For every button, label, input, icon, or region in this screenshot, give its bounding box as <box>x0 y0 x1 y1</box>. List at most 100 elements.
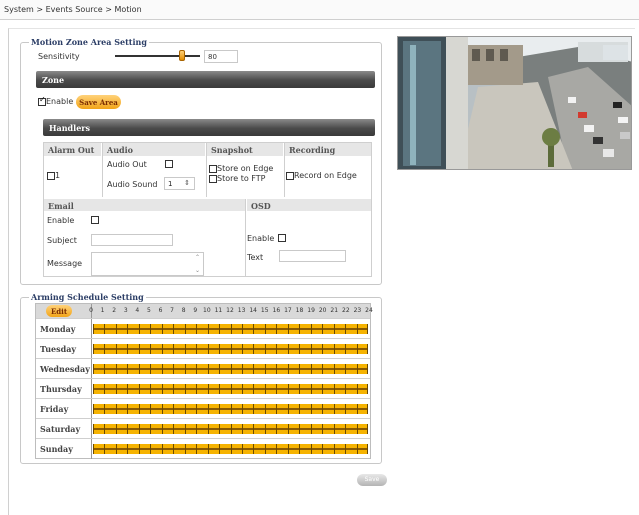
zone-enable-checkbox[interactable] <box>38 95 46 106</box>
hour-tick <box>367 404 368 414</box>
store-on-edge-checkbox[interactable] <box>209 165 217 173</box>
hour-tick <box>231 424 232 434</box>
hour-tick <box>185 384 186 394</box>
hour-tick <box>219 344 220 354</box>
breadcrumb: System > Events Source > Motion <box>0 0 639 20</box>
hour-tick <box>208 444 209 454</box>
audio-sound-select[interactable]: 1 ⇕ <box>164 177 195 190</box>
store-to-ftp-label: Store to FTP <box>217 174 266 183</box>
email-enable-label: Enable <box>47 216 75 225</box>
hour-tick <box>208 404 209 414</box>
hour-tick <box>367 424 368 434</box>
hour-tick <box>104 404 105 414</box>
hour-tick <box>322 444 323 454</box>
hour-tick <box>196 324 197 334</box>
edit-schedule-button[interactable]: Edit <box>46 305 72 317</box>
day-label-wednesday: Wednesday <box>40 364 90 374</box>
schedule-track-sunday[interactable] <box>93 444 368 454</box>
hour-tick <box>311 344 312 354</box>
schedule-track-tuesday[interactable] <box>93 344 368 354</box>
hour-tick <box>93 324 94 334</box>
day-label-thursday: Thursday <box>40 384 82 394</box>
hour-tick <box>185 364 186 374</box>
hour-tick <box>265 324 266 334</box>
hour-tick <box>162 344 163 354</box>
hour-tick <box>173 404 174 414</box>
hour-label: 14 <box>249 307 257 314</box>
hour-tick <box>231 444 232 454</box>
hour-tick <box>219 444 220 454</box>
hour-tick <box>231 384 232 394</box>
hour-tick <box>322 324 323 334</box>
hour-tick <box>242 424 243 434</box>
email-header: Email <box>44 199 245 211</box>
hour-tick <box>208 344 209 354</box>
hour-tick <box>265 364 266 374</box>
schedule-track-saturday[interactable] <box>93 424 368 434</box>
hour-label: 18 <box>295 307 304 314</box>
hour-tick <box>162 324 163 334</box>
osd-text-input[interactable] <box>279 250 346 262</box>
hour-tick <box>276 424 277 434</box>
alarm-out-checkbox[interactable] <box>47 172 55 180</box>
hour-tick <box>231 324 232 334</box>
hour-tick <box>127 444 128 454</box>
hour-tick <box>116 404 117 414</box>
hour-tick <box>276 404 277 414</box>
hour-tick <box>311 324 312 334</box>
audio-sound-label: Audio Sound <box>107 180 158 189</box>
schedule-track-wednesday[interactable] <box>93 364 368 374</box>
scroll-down-icon[interactable]: ⌄ <box>195 267 200 274</box>
hour-label: 7 <box>170 307 174 314</box>
message-textarea[interactable]: ⌃ ⌄ <box>91 252 204 276</box>
hour-tick <box>345 404 346 414</box>
hour-tick <box>219 324 220 334</box>
hour-tick <box>242 344 243 354</box>
hour-tick <box>322 424 323 434</box>
arming-schedule-legend: Arming Schedule Setting <box>29 292 146 302</box>
subject-input[interactable] <box>91 234 173 246</box>
hour-tick <box>173 324 174 334</box>
osd-enable-label: Enable <box>247 234 275 243</box>
hour-tick <box>196 364 197 374</box>
hour-tick <box>208 324 209 334</box>
save-button[interactable]: Save <box>357 474 387 486</box>
schedule-track-friday[interactable] <box>93 404 368 414</box>
handlers-header: Handlers <box>43 119 375 136</box>
hour-label: 20 <box>318 307 327 314</box>
sensitivity-slider[interactable] <box>115 50 200 61</box>
hour-tick <box>367 364 368 374</box>
sensitivity-handle[interactable] <box>179 50 185 61</box>
col-divider <box>206 143 207 197</box>
store-to-ftp-checkbox[interactable] <box>209 175 217 183</box>
hour-tick <box>116 424 117 434</box>
hour-tick <box>150 444 151 454</box>
osd-enable-checkbox[interactable] <box>278 234 286 242</box>
hour-tick <box>116 324 117 334</box>
hour-tick <box>253 404 254 414</box>
hour-tick <box>196 404 197 414</box>
hour-tick <box>311 424 312 434</box>
record-on-edge-checkbox[interactable] <box>286 172 294 180</box>
hour-tick <box>367 444 368 454</box>
hour-tick <box>162 444 163 454</box>
schedule-track-monday[interactable] <box>93 324 368 334</box>
sensitivity-input[interactable]: 80 <box>204 50 238 63</box>
email-enable-checkbox[interactable] <box>91 216 99 224</box>
row-divider <box>36 378 370 379</box>
hour-tick <box>196 384 197 394</box>
hour-tick <box>231 404 232 414</box>
hour-tick <box>196 344 197 354</box>
hour-tick <box>162 364 163 374</box>
row-divider <box>36 338 370 339</box>
audio-out-checkbox[interactable] <box>165 160 173 168</box>
audio-out-label: Audio Out <box>107 160 147 169</box>
scroll-up-icon[interactable]: ⌃ <box>195 254 200 261</box>
hour-tick <box>253 364 254 374</box>
hour-tick <box>276 364 277 374</box>
hour-tick <box>288 424 289 434</box>
hour-tick <box>334 364 335 374</box>
day-label-saturday: Saturday <box>40 424 81 434</box>
schedule-track-thursday[interactable] <box>93 384 368 394</box>
save-area-button[interactable]: Save Area <box>76 95 121 109</box>
